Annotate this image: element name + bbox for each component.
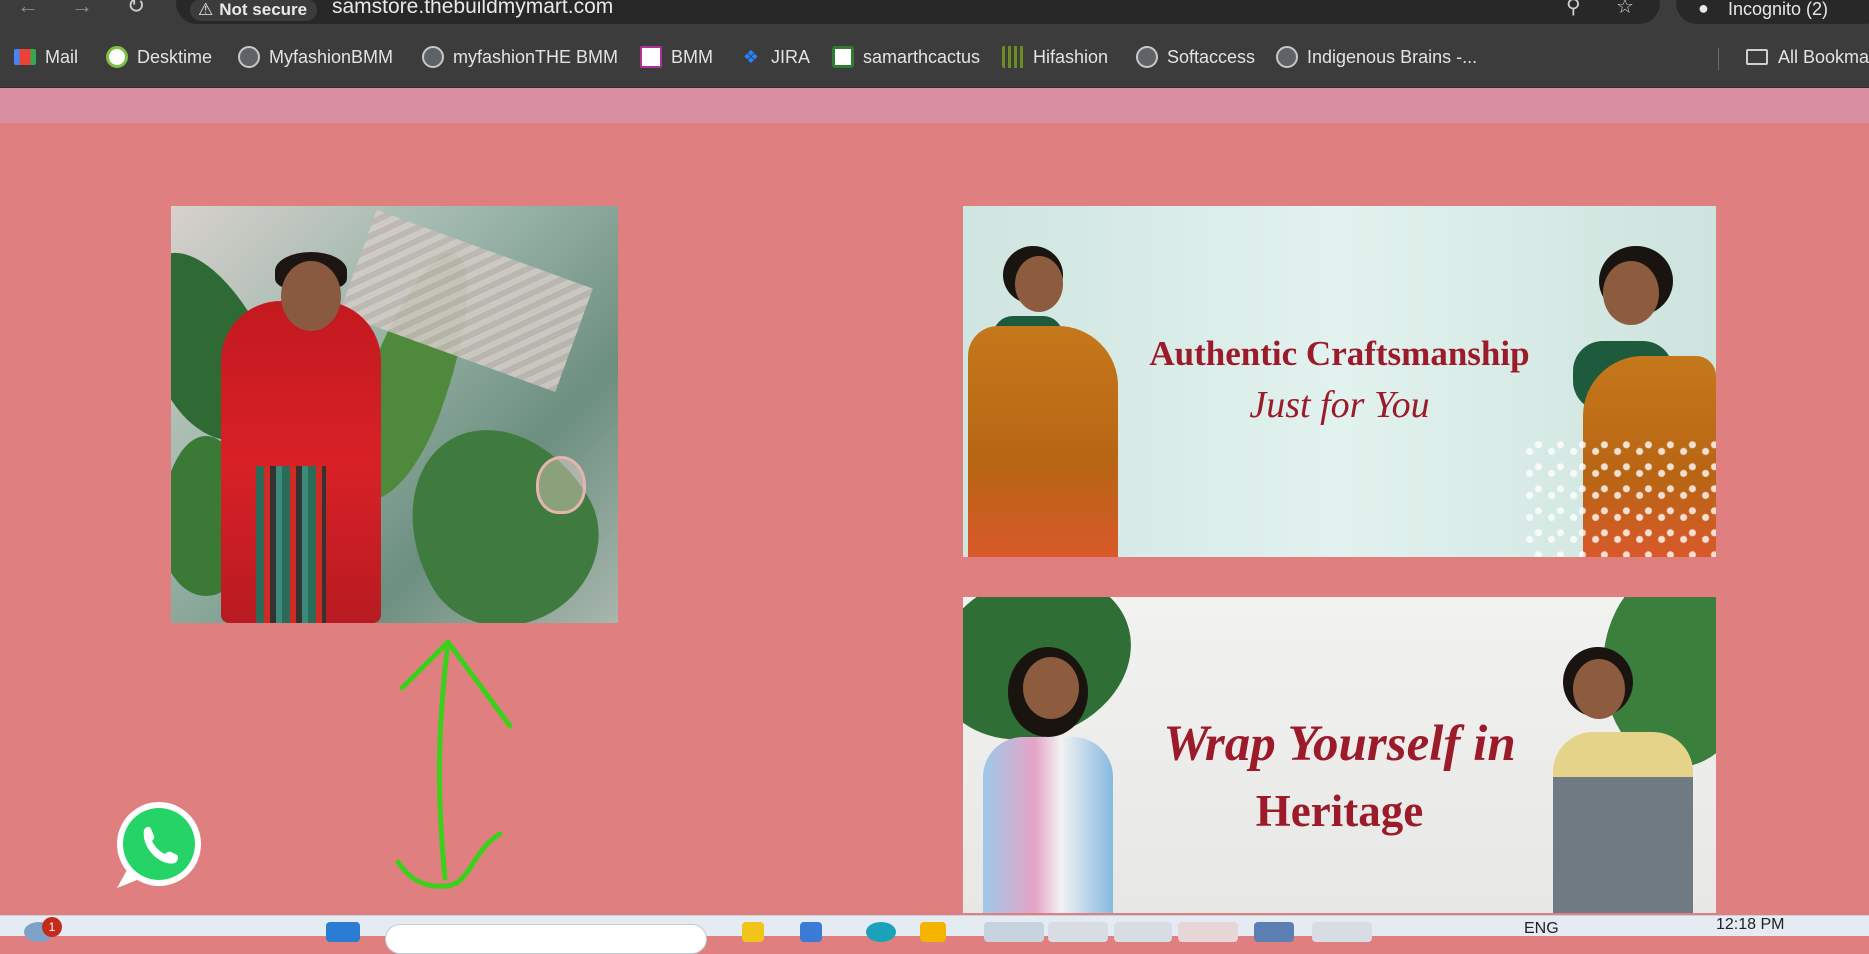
clock[interactable]: 12:18 PM xyxy=(1716,916,1784,934)
taskbar-app-icon[interactable] xyxy=(1178,922,1238,942)
desktime-icon xyxy=(106,46,128,68)
banner-1-line-2: Just for You xyxy=(1249,384,1430,426)
jira-icon: ❖ xyxy=(742,47,760,67)
reload-icon[interactable]: ↻ xyxy=(122,0,150,20)
incognito-icon: ● xyxy=(1698,0,1709,18)
language-indicator[interactable]: ENG xyxy=(1524,920,1559,938)
banner-1-line-1: Authentic Craftsmanship xyxy=(1149,334,1530,373)
banner-wrap-yourself-heritage[interactable]: Wrap Yourself in Heritage xyxy=(963,597,1716,913)
all-bookmarks-button[interactable]: All Bookma xyxy=(1746,44,1869,70)
forward-icon[interactable]: → xyxy=(68,0,96,20)
product-image-left[interactable] xyxy=(171,206,618,623)
bookmark-myfashionthebmm[interactable]: myfashionTHE BMM xyxy=(422,44,618,70)
start-icon[interactable] xyxy=(326,922,360,942)
bookmarks-bar: Mail Desktime MyfashionBMM myfashionTHE … xyxy=(0,30,1869,88)
taskbar-app-icon[interactable] xyxy=(1254,922,1294,942)
warning-icon: ⚠ xyxy=(198,0,214,19)
notification-badge: 1 xyxy=(42,917,62,937)
header-strip xyxy=(0,88,1869,123)
face-shape xyxy=(281,261,341,331)
incognito-button[interactable]: ● Incognito (2) xyxy=(1676,0,1869,24)
face-shape xyxy=(1015,256,1063,312)
face-shape xyxy=(1023,657,1079,719)
bookmark-samarthcactus[interactable]: samarthcactus xyxy=(832,44,980,70)
security-label: Not secure xyxy=(219,0,308,19)
bookmark-jira[interactable]: ❖ JIRA xyxy=(740,44,810,70)
bookmark-softaccess[interactable]: Softaccess xyxy=(1136,44,1255,70)
security-chip[interactable]: ⚠ Not secure xyxy=(190,0,318,21)
bookmark-bmm[interactable]: BMM xyxy=(640,44,713,70)
bookmark-indigenous-brains[interactable]: Indigenous Brains -... xyxy=(1276,44,1477,70)
double-arrow-annotation xyxy=(395,639,513,889)
taskbar-app-icon[interactable] xyxy=(920,922,946,942)
bookmark-myfashionbmm[interactable]: MyfashionBMM xyxy=(238,44,393,70)
bookmark-mail[interactable]: Mail xyxy=(14,44,78,70)
taskbar-app-icon[interactable] xyxy=(866,922,896,942)
globe-icon xyxy=(1276,46,1298,68)
back-icon[interactable]: ← xyxy=(14,0,42,20)
star-icon[interactable]: ☆ xyxy=(1616,0,1634,18)
bmm-icon xyxy=(640,46,662,68)
bookmark-hifashion[interactable]: Hifashion xyxy=(1002,44,1108,70)
whatsapp-icon[interactable] xyxy=(113,800,201,890)
flower-pattern xyxy=(1523,436,1716,557)
taskbar-app-icon[interactable] xyxy=(1048,922,1108,942)
taskbar-app-icon[interactable] xyxy=(1312,922,1372,942)
windows-taskbar: 1 ENG 12:18 PM xyxy=(0,915,1869,954)
search-icon[interactable]: ⚲ xyxy=(1566,0,1581,18)
bookmarks-separator xyxy=(1718,48,1719,70)
taskbar-search-input[interactable] xyxy=(385,924,707,954)
samarthcactus-icon xyxy=(832,46,854,68)
banner-2-line-1: Wrap Yourself in xyxy=(1163,716,1516,772)
banner-2-line-2: Heritage xyxy=(1255,786,1424,836)
address-bar[interactable]: ⚠ Not secure samstore.thebuildmymart.com… xyxy=(176,0,1660,24)
globe-icon xyxy=(238,46,260,68)
globe-icon xyxy=(422,46,444,68)
striped-pallu xyxy=(256,466,326,623)
url-text[interactable]: samstore.thebuildmymart.com xyxy=(332,0,613,18)
globe-icon xyxy=(1136,46,1158,68)
banner-authentic-craftsmanship[interactable]: Authentic Craftsmanship Just for You xyxy=(963,206,1716,557)
taskbar-app-icon[interactable] xyxy=(800,922,822,942)
incognito-label: Incognito (2) xyxy=(1728,0,1829,19)
earring-graphic xyxy=(536,456,586,514)
taskbar-app-icon[interactable] xyxy=(1114,922,1172,942)
bookmark-desktime[interactable]: Desktime xyxy=(106,44,212,70)
chrome-taskbar-icon[interactable] xyxy=(984,922,1044,942)
browser-toolbar: ← → ↻ ⚠ Not secure samstore.thebuildmyma… xyxy=(0,0,1869,30)
hifashion-icon xyxy=(1002,46,1024,68)
face-shape xyxy=(1603,261,1659,325)
face-shape xyxy=(1573,659,1625,719)
gmail-icon xyxy=(14,49,36,65)
taskbar-app-icon[interactable] xyxy=(742,922,764,942)
folder-icon xyxy=(1746,49,1768,65)
